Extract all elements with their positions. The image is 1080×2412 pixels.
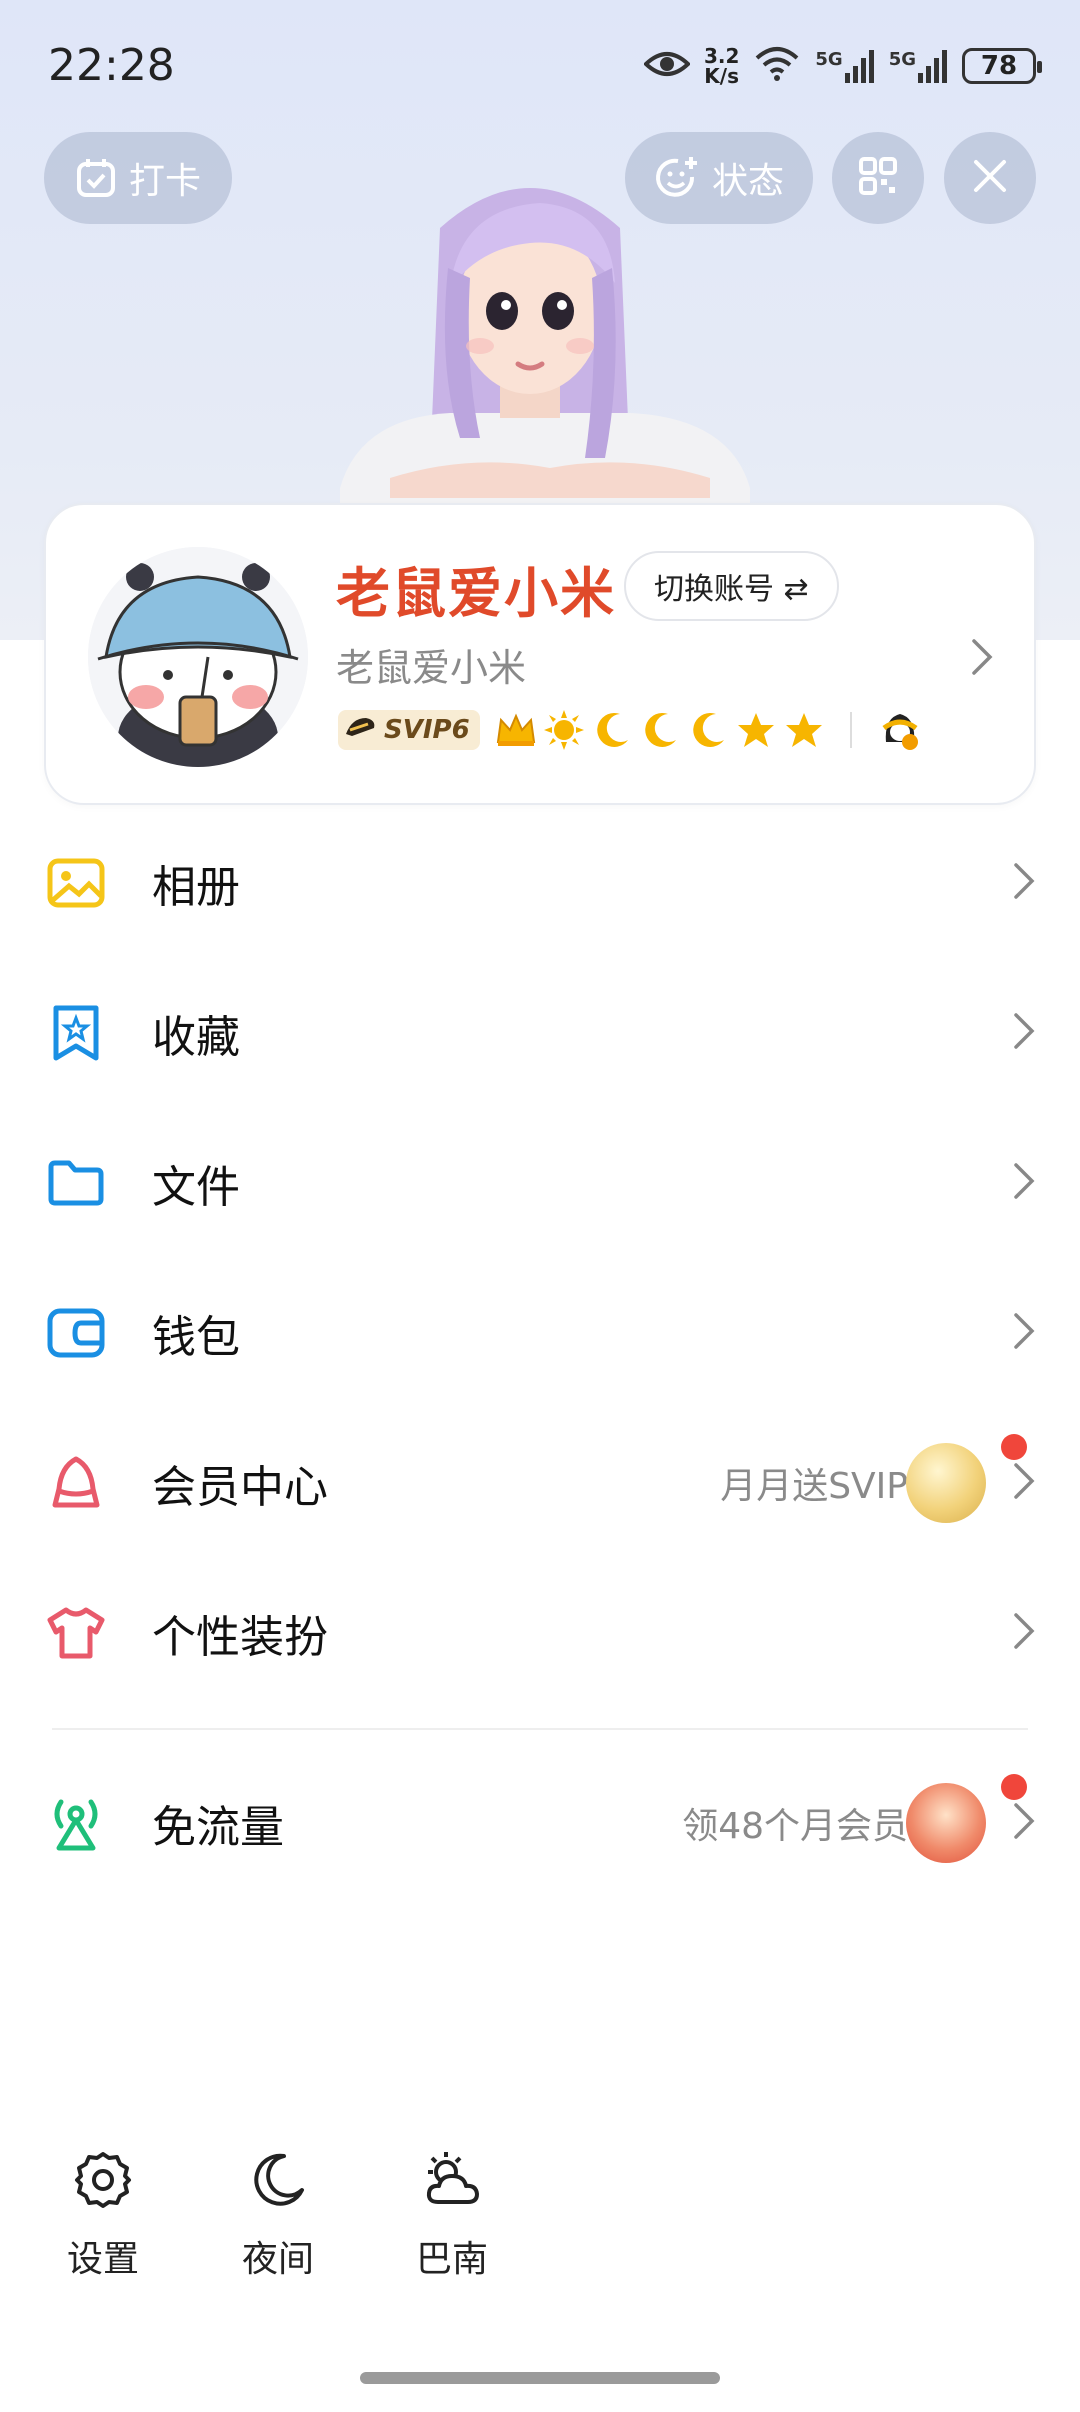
level-badges[interactable]: SVIP6	[338, 705, 922, 755]
chevron-right-icon	[1012, 861, 1036, 905]
gift-promo-icon	[906, 1783, 986, 1863]
chevron-right-icon	[1012, 1011, 1036, 1055]
status-bar: 22:28 3.2 K/s 5G 5G 78	[0, 0, 1080, 130]
badge-separator	[849, 712, 852, 748]
close-button[interactable]	[944, 132, 1036, 224]
menu-divider	[52, 1728, 1028, 1730]
menu-label: 收藏	[152, 1012, 240, 1063]
chevron-right-icon	[1012, 1161, 1036, 1205]
tool-label: 夜间	[241, 2239, 314, 2280]
svip-badge[interactable]: SVIP6	[338, 710, 480, 750]
qr-code-icon	[858, 156, 898, 200]
nickname: 老鼠爱小米	[336, 562, 616, 625]
menu-extra-text: 领48个月会员	[682, 1806, 908, 1847]
switch-account-button[interactable]: 切换账号 ⇄	[624, 551, 839, 621]
sun-icon	[542, 708, 586, 752]
menu-extra-text: 月月送SVIP	[720, 1466, 908, 1507]
night-mode-button[interactable]: 夜间	[218, 2150, 338, 2282]
chevron-right-icon[interactable]	[970, 637, 994, 681]
checkin-button[interactable]: 打卡	[44, 132, 232, 224]
menu-item-free-data[interactable]: 免流量 领48个月会员	[0, 1748, 1080, 1898]
close-icon	[970, 156, 1010, 200]
battery-indicator: 78	[962, 48, 1042, 84]
notification-dot	[1001, 1434, 1027, 1460]
menu-item-wallet[interactable]: 钱包	[0, 1258, 1080, 1408]
chevron-right-icon	[1012, 1311, 1036, 1355]
avatar-figure[interactable]	[330, 168, 770, 508]
signal-tower-icon	[44, 1791, 108, 1855]
settings-button[interactable]: 设置	[43, 2150, 163, 2282]
status-time: 22:28	[48, 40, 175, 91]
qq-penguin-badge-icon[interactable]	[878, 708, 922, 752]
vip-icon	[44, 1451, 108, 1515]
signal-icon: 5G	[815, 49, 874, 83]
eye-icon	[643, 49, 691, 83]
qr-code-button[interactable]	[832, 132, 924, 224]
menu-item-album[interactable]: 相册	[0, 808, 1080, 958]
wallet-icon	[44, 1301, 108, 1365]
folder-icon	[44, 1151, 108, 1215]
menu-label: 会员中心	[152, 1462, 328, 1513]
net-speed: 3.2 K/s	[703, 44, 740, 88]
wifi-icon	[753, 46, 801, 86]
signal-icon-2: 5G	[889, 49, 948, 83]
menu-label: 免流量	[152, 1802, 284, 1853]
moon-icon	[638, 708, 682, 752]
crown-icon	[494, 708, 538, 752]
menu-label: 个性装扮	[152, 1612, 328, 1663]
profile-card[interactable]: 老鼠爱小米 切换账号 ⇄ 老鼠爱小米 SVIP6	[44, 503, 1036, 805]
menu-label: 相册	[152, 862, 240, 913]
menu-item-vip-center[interactable]: 会员中心 月月送SVIP	[0, 1408, 1080, 1558]
calendar-check-icon	[75, 157, 117, 199]
hat-icon	[344, 714, 378, 747]
menu-item-files[interactable]: 文件	[0, 1108, 1080, 1258]
chevron-right-icon	[1012, 1801, 1036, 1845]
tool-label: 设置	[66, 2239, 139, 2280]
weather-icon	[420, 2150, 484, 2214]
account-subtitle: 老鼠爱小米	[336, 646, 527, 690]
favorite-icon	[44, 1001, 108, 1065]
moon-icon	[590, 708, 634, 752]
album-icon	[44, 851, 108, 915]
tool-label: 巴南	[415, 2239, 488, 2280]
svip-coin-icon	[906, 1443, 986, 1523]
weather-button[interactable]: 巴南	[392, 2150, 512, 2282]
menu-item-personal-theme[interactable]: 个性装扮	[0, 1558, 1080, 1708]
star-icon	[782, 708, 826, 752]
home-indicator[interactable]	[360, 2372, 720, 2384]
gear-icon	[73, 2150, 133, 2214]
menu-label: 文件	[152, 1162, 240, 1213]
moon-icon	[248, 2150, 308, 2214]
chevron-right-icon	[1012, 1461, 1036, 1505]
notification-dot	[1001, 1774, 1027, 1800]
star-icon	[734, 708, 778, 752]
clothing-icon	[44, 1601, 108, 1665]
chevron-right-icon	[1012, 1611, 1036, 1655]
moon-icon	[686, 708, 730, 752]
status-icons: 3.2 K/s 5G 5G 78	[643, 42, 1042, 90]
menu-label: 钱包	[152, 1312, 240, 1363]
checkin-label: 打卡	[128, 161, 201, 202]
menu-item-favorites[interactable]: 收藏	[0, 958, 1080, 1108]
avatar[interactable]	[88, 547, 308, 767]
